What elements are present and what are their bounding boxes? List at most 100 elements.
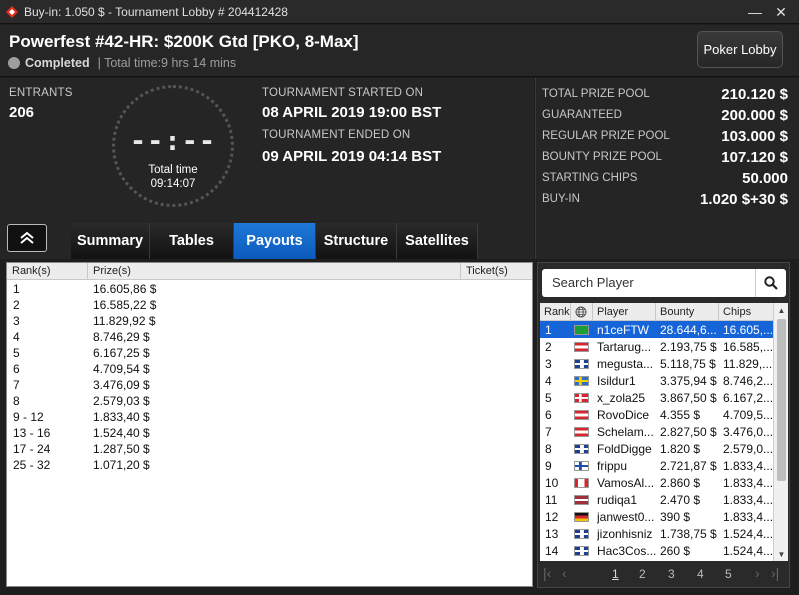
entrants-label: ENTRANTS (9, 87, 73, 99)
prize-value: 210.120 $ (721, 86, 788, 103)
player-row[interactable]: 13 jizonhisniz 1.738,75 $ 1.524,4... (540, 525, 773, 542)
bounty-cell: 1.738,75 $ (660, 527, 717, 541)
page-2[interactable]: 2 (639, 567, 646, 581)
clock-digits: --:-- (129, 126, 217, 157)
player-row[interactable]: 12 janwest0... 390 $ 1.833,4... (540, 508, 773, 525)
rank-column-header[interactable]: Rank(s) (12, 265, 51, 277)
tournament-info-panel: ENTRANTS 206 --:-- Total time 09:14:07 T… (0, 78, 534, 259)
column-divider (460, 263, 461, 280)
page-5[interactable]: 5 (725, 567, 732, 581)
player-row[interactable]: 7 Schelam... 2.827,50 $ 3.476,0... (540, 423, 773, 440)
scrollbar-thumb[interactable] (777, 319, 786, 481)
chips-cell: 1.524,4... (723, 544, 773, 558)
poker-lobby-button[interactable]: Poker Lobby (697, 31, 783, 68)
column-divider (570, 303, 571, 321)
first-page-icon[interactable]: |‹ (543, 565, 551, 581)
austria-flag-icon (574, 427, 589, 437)
status-label: Completed (25, 56, 90, 70)
bounty-cell: 2.470 $ (660, 493, 701, 507)
tab-satellites[interactable]: Satellites (397, 223, 478, 259)
player-row[interactable]: 5 x_zola25 3.867,50 $ 6.167,2... (540, 389, 773, 406)
tab-tables[interactable]: Tables (150, 223, 234, 259)
player-row[interactable]: 4 Isildur1 3.375,94 $ 8.746,2... (540, 372, 773, 389)
lobby-tabs: Summary Tables Payouts Structure Satelli… (71, 223, 478, 259)
total-time-value: 09:14:07 (150, 178, 196, 190)
prize-cell: 2.579,03 $ (93, 394, 150, 408)
total-time-label: Total time (148, 164, 198, 176)
total-time-summary: | Total time:9 hrs 14 mins (97, 56, 237, 70)
prize-row: GUARANTEED 200.000 $ (542, 103, 788, 124)
table-row: 7 3.476,09 $ (7, 377, 532, 393)
ticket-column-header[interactable]: Ticket(s) (466, 265, 508, 277)
player-row[interactable]: 6 RovoDice 4.355 $ 4.709,5... (540, 406, 773, 423)
tab-payouts[interactable]: Payouts (234, 223, 316, 259)
chips-column-header[interactable]: Chips (723, 306, 751, 318)
table-row: 3 11.829,92 $ (7, 313, 532, 329)
rank-cell: 5 (545, 391, 552, 405)
status-dot-icon (8, 57, 20, 69)
player-name-cell: megusta... (597, 357, 654, 371)
close-button[interactable]: ✕ (770, 2, 792, 22)
page-1[interactable]: 1 (612, 567, 619, 581)
rank-cell: 2 (13, 298, 20, 312)
collapse-button[interactable] (7, 224, 47, 252)
bounty-column-header[interactable]: Bounty (660, 306, 694, 318)
rank-cell: 2 (545, 340, 552, 354)
player-name-cell: FoldDigge (597, 442, 652, 456)
last-page-icon[interactable]: ›| (771, 565, 779, 581)
uk-flag-icon (574, 444, 589, 454)
prize-row: BOUNTY PRIZE POOL 107.120 $ (542, 145, 788, 166)
player-row[interactable]: 3 megusta... 5.118,75 $ 11.829,... (540, 355, 773, 372)
player-column-header[interactable]: Player (597, 306, 628, 318)
tab-summary[interactable]: Summary (71, 223, 150, 259)
globe-icon[interactable] (575, 306, 587, 318)
scroll-down-icon[interactable]: ▼ (774, 547, 789, 561)
player-row[interactable]: 2 Tartarug... 2.193,75 $ 16.585,... (540, 338, 773, 355)
prize-cell: 1.071,20 $ (93, 458, 150, 472)
player-row[interactable]: 9 frippu 2.721,87 $ 1.833,4... (540, 457, 773, 474)
prize-column-header[interactable]: Prize(s) (93, 265, 131, 277)
player-row[interactable]: 11 rudiqa1 2.470 $ 1.833,4... (540, 491, 773, 508)
player-row[interactable]: 10 VamosAl... 2.860 $ 1.833,4... (540, 474, 773, 491)
tournament-clock: --:-- Total time 09:14:07 (112, 85, 234, 207)
prize-label: GUARANTEED (542, 109, 622, 121)
rank-cell: 7 (13, 378, 20, 392)
double-chevron-up-icon (20, 231, 34, 244)
player-row[interactable]: 1 n1ceFTW 28.644,6... 16.605,... (540, 321, 773, 338)
player-name-cell: Hac3Cos... (597, 544, 657, 558)
rank-column-header[interactable]: Rank (544, 306, 570, 318)
player-name-cell: rudiqa1 (597, 493, 638, 507)
player-rows: 1 n1ceFTW 28.644,6... 16.605,... 2 Tartarug..… (540, 321, 773, 559)
player-name-cell: n1ceFTW (597, 323, 650, 337)
table-row: 8 2.579,03 $ (7, 393, 532, 409)
player-row[interactable]: 14 Hac3Cos... 260 $ 1.524,4... (540, 542, 773, 559)
latvia-flag-icon (574, 495, 589, 505)
player-list-scrollbar[interactable]: ▲ ▼ (773, 303, 788, 561)
austria-flag-icon (574, 410, 589, 420)
scroll-up-icon[interactable]: ▲ (774, 303, 789, 317)
ended-label: TOURNAMENT ENDED ON (262, 129, 411, 141)
next-page-icon[interactable]: › (755, 565, 760, 581)
tab-structure[interactable]: Structure (316, 223, 397, 259)
search-button[interactable] (755, 269, 786, 297)
player-table-header: Rank Player Bounty Chips (540, 303, 773, 321)
prize-label: REGULAR PRIZE POOL (542, 130, 670, 142)
player-row[interactable]: 8 FoldDigge 1.820 $ 2.579,0... (540, 440, 773, 457)
search-icon (764, 276, 778, 290)
minimize-button[interactable]: — (744, 2, 766, 22)
rank-cell: 4 (545, 374, 552, 388)
player-pagination: |‹ ‹ 1 2 3 4 5 › ›| (540, 563, 788, 585)
prize-value: 200.000 $ (721, 107, 788, 124)
page-3[interactable]: 3 (668, 567, 675, 581)
player-table: Rank Player Bounty Chips 1 n1ceFTW 28.644,… (540, 303, 773, 561)
bounty-cell: 28.644,6... (660, 323, 717, 337)
rank-cell: 5 (13, 346, 20, 360)
rank-cell: 3 (545, 357, 552, 371)
prize-row: BUY-IN 1.020 $+30 $ (542, 187, 788, 208)
window-titlebar: Buy-in: 1.050 $ - Tournament Lobby # 204… (0, 0, 799, 24)
table-row: 6 4.709,54 $ (7, 361, 532, 377)
prev-page-icon[interactable]: ‹ (562, 565, 567, 581)
bounty-cell: 3.867,50 $ (660, 391, 717, 405)
search-input[interactable]: Search Player (552, 275, 634, 290)
page-4[interactable]: 4 (697, 567, 704, 581)
